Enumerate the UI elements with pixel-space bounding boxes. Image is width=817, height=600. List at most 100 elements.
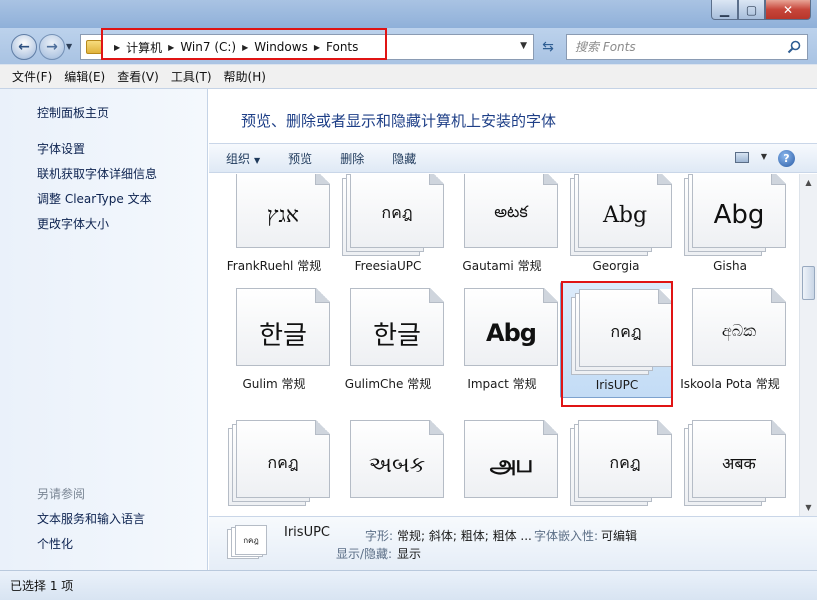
maximize-button[interactable]: ▢ xyxy=(738,0,765,20)
font-page-icon: අබක xyxy=(692,288,786,366)
font-page-icon: అటక xyxy=(464,174,558,248)
menu-edit[interactable]: 编辑(E) xyxy=(64,68,105,85)
font-item[interactable]: Abg Gisha xyxy=(674,174,786,280)
font-item[interactable]: Abg Impact 常规 xyxy=(446,282,558,398)
font-label: Gautami 常规 xyxy=(462,259,542,273)
delete-button[interactable]: 删除 xyxy=(340,150,364,167)
font-page-icon: กคฎ xyxy=(578,420,672,498)
left-task-pane: 控制面板主页 字体设置 联机获取字体详细信息 调整 ClearType 文本 更… xyxy=(0,89,208,571)
font-label: GulimChe 常规 xyxy=(344,377,432,391)
font-item[interactable]: 한글 GulimChe 常规 xyxy=(332,282,444,398)
organize-label: 组织 xyxy=(226,151,251,166)
font-sample: 한글 xyxy=(259,320,307,351)
address-dropdown-icon[interactable]: ▼ xyxy=(520,41,527,51)
font-label: Gulim 常规 xyxy=(242,377,306,391)
search-icon[interactable] xyxy=(787,40,801,54)
change-font-size-link[interactable]: 更改字体大小 xyxy=(37,215,109,232)
font-sample: અબક xyxy=(368,452,426,478)
font-sample: Abg xyxy=(602,202,648,228)
text-services-link[interactable]: 文本服务和输入语言 xyxy=(37,510,145,527)
font-page-icon: અબક xyxy=(350,420,444,498)
font-page-icon: กคฎ xyxy=(236,420,330,498)
chevron-down-icon: ▼ xyxy=(254,155,261,165)
font-sample: அப xyxy=(489,449,534,478)
font-sample: กคฎ xyxy=(381,202,413,222)
content-pane: 预览、删除或者显示和隐藏计算机上安装的字体 组织 ▼ 预览 删除 隐藏 ▼ ? א… xyxy=(209,89,817,571)
arrow-left-icon: ← xyxy=(18,39,30,55)
title-bar: ▁ ▢ ✕ xyxy=(0,0,817,28)
vertical-scrollbar[interactable]: ▲ ▼ xyxy=(799,174,817,516)
menu-help[interactable]: 帮助(H) xyxy=(224,68,266,85)
refresh-icon: ⇆ xyxy=(542,39,554,55)
organize-button[interactable]: 组织 ▼ xyxy=(226,150,260,167)
scroll-up-icon[interactable]: ▲ xyxy=(800,174,817,191)
font-item[interactable]: กคฎ xyxy=(218,414,330,516)
change-view-icon[interactable] xyxy=(735,152,749,163)
font-page-icon: 한글 xyxy=(236,288,330,366)
minimize-button[interactable]: ▁ xyxy=(711,0,738,20)
font-sample: Abg xyxy=(486,319,537,347)
cleartype-link[interactable]: 调整 ClearType 文本 xyxy=(37,190,152,207)
font-label: FreesiaUPC xyxy=(354,259,422,273)
font-label: Impact 常规 xyxy=(467,377,537,391)
font-item[interactable]: 한글 Gulim 常规 xyxy=(218,282,330,398)
back-button[interactable]: ← xyxy=(11,34,37,60)
page-title: 预览、删除或者显示和隐藏计算机上安装的字体 xyxy=(241,112,557,130)
embed-value: 可编辑 xyxy=(601,529,638,543)
font-page-icon: אגץ xyxy=(236,174,330,248)
folder-icon xyxy=(86,40,102,54)
font-page-icon: กคฎ xyxy=(350,174,444,248)
control-panel-home-link[interactable]: 控制面板主页 xyxy=(37,104,109,121)
menu-bar: 文件(F) 编辑(E) 查看(V) 工具(T) 帮助(H) xyxy=(0,64,817,88)
personalize-link[interactable]: 个性化 xyxy=(37,535,73,552)
font-item[interactable]: Abg Georgia xyxy=(560,174,672,280)
main-area: 控制面板主页 字体设置 联机获取字体详细信息 调整 ClearType 文本 更… xyxy=(0,88,817,571)
forward-button[interactable]: → xyxy=(39,34,65,60)
showhide-value: 显示 xyxy=(397,547,422,561)
menu-tools[interactable]: 工具(T) xyxy=(171,68,212,85)
command-bar: 组织 ▼ 预览 删除 隐藏 ▼ ? xyxy=(209,143,817,173)
scroll-thumb[interactable] xyxy=(802,266,815,300)
recent-pages-dropdown[interactable]: ▼ xyxy=(66,42,72,51)
font-item[interactable]: กคฎ FreesiaUPC xyxy=(332,174,444,280)
search-box[interactable] xyxy=(566,34,808,60)
refresh-button[interactable]: ⇆ xyxy=(537,34,559,60)
font-sample: Abg xyxy=(713,200,765,230)
style-value: 常规; 斜体; 粗体; 粗体 ... xyxy=(397,529,532,543)
font-item[interactable]: אגץ FrankRuehl 常规 xyxy=(218,174,330,280)
font-item[interactable]: අබක Iskoola Pota 常规 xyxy=(674,282,786,398)
hide-button[interactable]: 隐藏 xyxy=(392,150,416,167)
style-key: 字形: xyxy=(365,529,394,543)
font-page-icon: Abg xyxy=(692,174,786,248)
details-pane: กคฎ IrisUPC 字形: 常规; 斜体; 粗体; 粗体 ... 字体嵌入性… xyxy=(209,516,817,571)
font-item[interactable]: અબક xyxy=(332,414,444,516)
font-sample: අබක xyxy=(721,321,757,340)
preview-button[interactable]: 预览 xyxy=(288,150,312,167)
font-sample: 한글 xyxy=(373,320,421,351)
menu-file[interactable]: 文件(F) xyxy=(12,68,52,85)
online-font-info-link[interactable]: 联机获取字体详细信息 xyxy=(37,165,157,182)
search-input[interactable] xyxy=(575,40,775,54)
font-sample: אגץ xyxy=(267,203,299,228)
close-button[interactable]: ✕ xyxy=(765,0,811,20)
font-item[interactable]: अबक xyxy=(674,414,786,516)
font-thumbnail: กคฎ xyxy=(227,525,269,563)
status-text: 已选择 1 项 xyxy=(10,579,74,593)
help-icon[interactable]: ? xyxy=(778,150,795,167)
font-settings-link[interactable]: 字体设置 xyxy=(37,140,85,157)
font-item[interactable]: กคฎ xyxy=(560,414,672,516)
font-grid: אגץ FrankRuehl 常规 กคฎ FreesiaUPC అటక Gautami … xyxy=(209,174,799,516)
font-label: FrankRuehl 常规 xyxy=(226,259,322,273)
font-item[interactable]: అటక Gautami 常规 xyxy=(446,174,558,280)
font-item[interactable]: அப xyxy=(446,414,558,516)
menu-view[interactable]: 查看(V) xyxy=(117,68,159,85)
embed-key: 字体嵌入性: xyxy=(534,529,599,543)
view-dropdown-icon[interactable]: ▼ xyxy=(761,152,767,161)
font-label: Georgia xyxy=(592,259,640,273)
scroll-down-icon[interactable]: ▼ xyxy=(800,499,817,516)
font-sample: กคฎ xyxy=(609,452,641,472)
address-highlight-annotation xyxy=(101,28,387,60)
arrow-right-icon: → xyxy=(46,39,58,55)
thumbnail-sample: กคฎ xyxy=(235,525,267,555)
details-font-name: IrisUPC xyxy=(284,525,330,540)
